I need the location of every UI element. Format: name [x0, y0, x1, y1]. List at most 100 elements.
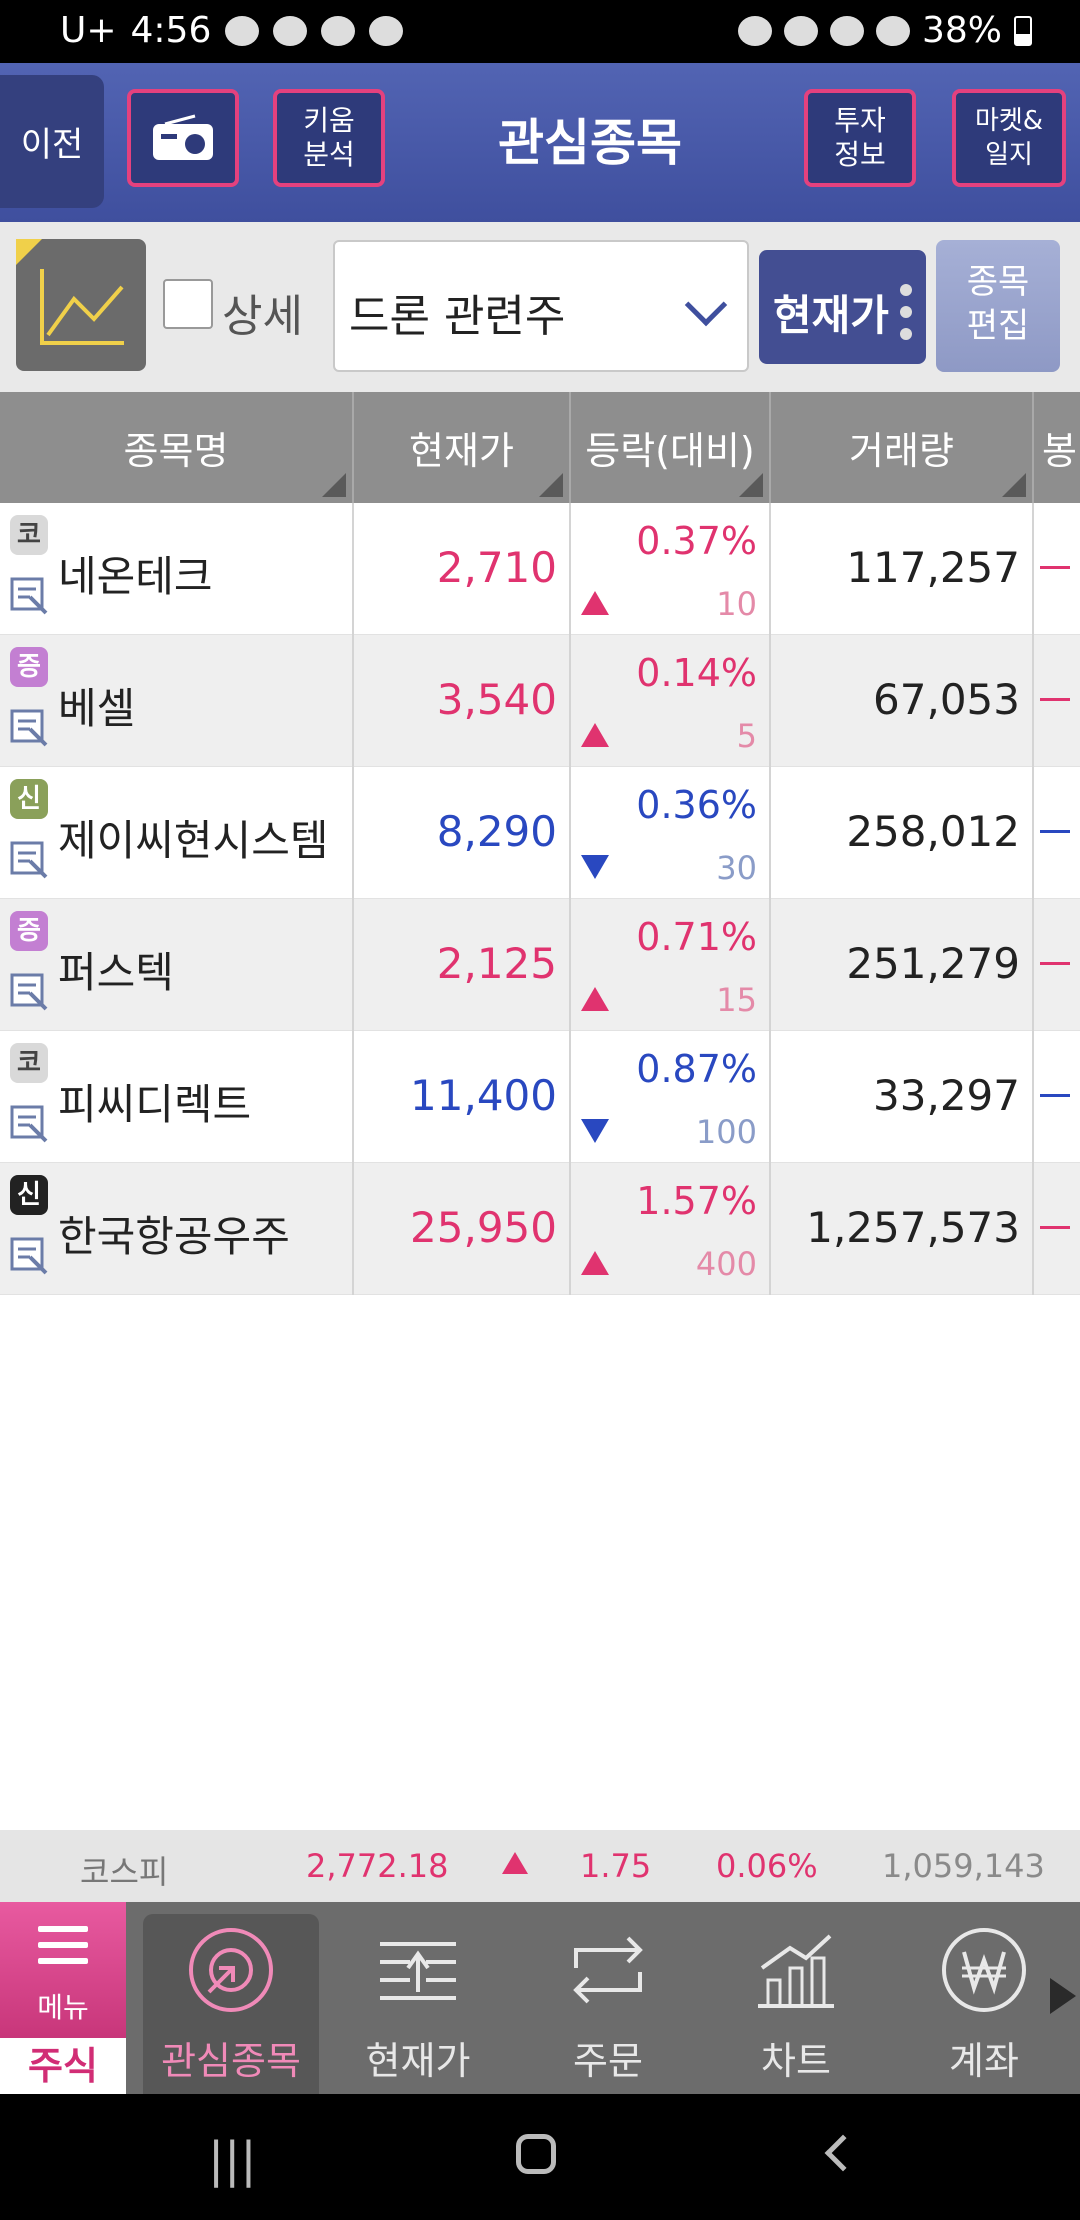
nav-label: 계좌 — [949, 2039, 1019, 2083]
change-cell: 0.14% 5 — [571, 635, 771, 767]
volume: 67,053 — [873, 675, 1020, 724]
selected-group: 드론 관련주 — [349, 291, 566, 342]
news-icon — [10, 841, 48, 879]
edit-stocks-button[interactable]: 종목 편집 — [936, 240, 1060, 372]
watchlist-group-select[interactable]: 드론 관련주 — [333, 240, 749, 372]
nav-label: 현재가 — [365, 2039, 471, 2083]
name-cell: 신 한국항공우주 — [0, 1163, 354, 1295]
next-arrow-icon[interactable] — [1050, 1978, 1076, 2014]
back-button[interactable]: 이전 — [0, 75, 104, 208]
price-cell: 25,950 — [354, 1163, 571, 1295]
change-amount: 30 — [716, 849, 757, 887]
up-arrow-icon — [581, 987, 609, 1011]
kiwoom-analysis-button[interactable]: 키움 분석 — [273, 89, 385, 187]
page-title: 관심종목 — [498, 114, 682, 172]
notification-icon — [273, 15, 308, 46]
nav-label: 주문 — [573, 2039, 643, 2083]
name-cell: 코 피씨디렉트 — [0, 1031, 354, 1163]
change-amount: 100 — [695, 1113, 757, 1151]
volume: 251,279 — [846, 939, 1020, 988]
market-badge: 신 — [10, 779, 48, 819]
status-bar: U+ 4:56 38% — [0, 0, 1080, 63]
column-header-candle[interactable]: 봉 — [1034, 392, 1080, 503]
nav-account[interactable]: 계좌 — [896, 1914, 1072, 2094]
change-cell: 0.37% 10 — [571, 503, 771, 635]
table-row[interactable]: 신 제이씨현시스템 8,290 0.36% 30 258,012 — [0, 767, 1080, 899]
recents-icon[interactable]: ||| — [208, 2132, 257, 2188]
column-header-label: 현재가 — [409, 429, 514, 473]
volume-cell: 33,297 — [771, 1031, 1034, 1163]
up-arrow-icon — [502, 1852, 528, 1874]
radio-button[interactable] — [127, 89, 239, 187]
chat-icon — [369, 15, 404, 46]
candle-mark — [1040, 698, 1070, 701]
nav-current-price[interactable]: 현재가 — [330, 1914, 506, 2094]
battery-icon — [1014, 15, 1032, 46]
name-cell: 증 퍼스텍 — [0, 899, 354, 1031]
menu-button[interactable]: 메뉴 — [0, 1902, 126, 2038]
volume-cell: 1,257,573 — [771, 1163, 1034, 1295]
table-row[interactable]: 신 한국항공우주 25,950 1.57% 400 1,257,573 — [0, 1163, 1080, 1295]
radio-icon — [153, 114, 213, 160]
change-amount: 15 — [716, 981, 757, 1019]
current-price: 11,400 — [410, 1071, 557, 1120]
change-percent: 0.71% — [636, 915, 757, 959]
index-change: 1.75 — [580, 1847, 652, 1885]
current-price: 8,290 — [436, 807, 557, 856]
column-header-label: 종목명 — [123, 429, 229, 473]
index-ticker[interactable]: 코스피 2,772.18 1.75 0.06% 1,059,143 — [0, 1830, 1080, 1902]
price-cell: 2,125 — [354, 899, 571, 1031]
talk-icon — [321, 15, 356, 46]
name-cell: 코 네온테크 — [0, 503, 354, 635]
volume: 117,257 — [846, 543, 1020, 592]
candle-cell — [1034, 635, 1080, 767]
carrier-label: U+ — [60, 10, 117, 51]
table-row[interactable]: 증 베셀 3,540 0.14% 5 67,053 — [0, 635, 1080, 767]
column-header-label: 봉 — [1042, 429, 1077, 473]
name-cell: 증 베셀 — [0, 635, 354, 767]
nav-chart[interactable]: 차트 — [708, 1914, 884, 2094]
change-cell: 0.71% 15 — [571, 899, 771, 1031]
chevron-down-icon — [684, 283, 728, 327]
stock-name: 한국항공우주 — [58, 1212, 290, 1261]
detail-checkbox[interactable] — [163, 279, 213, 329]
change-percent: 0.36% — [636, 783, 757, 827]
mute-icon — [783, 15, 818, 46]
invest-info-button[interactable]: 투자 정보 — [804, 89, 916, 187]
order-swap-icon — [566, 1928, 650, 2012]
nav-watchlist[interactable]: 관심종목 — [143, 1914, 319, 2094]
candle-cell — [1034, 1031, 1080, 1163]
sort-icon — [1002, 473, 1026, 497]
chart-icon — [754, 1928, 838, 2012]
market-journal-button[interactable]: 마켓& 일지 — [952, 89, 1066, 187]
column-header-volume[interactable]: 거래량 — [771, 392, 1034, 503]
column-header-price[interactable]: 현재가 — [354, 392, 571, 503]
volume-cell: 251,279 — [771, 899, 1034, 1031]
market-badge: 증 — [10, 647, 48, 687]
stock-section-tab[interactable]: 주식 — [0, 2038, 126, 2094]
news-icon — [10, 973, 48, 1011]
column-header-name[interactable]: 종목명 — [0, 392, 354, 503]
column-header-change[interactable]: 등락(대비) — [571, 392, 771, 503]
news-icon — [10, 1237, 48, 1275]
sort-icon — [539, 473, 563, 497]
table-row[interactable]: 코 네온테크 2,710 0.37% 10 117,257 — [0, 503, 1080, 635]
current-price-button[interactable]: 현재가 — [759, 250, 926, 364]
market-badge: 증 — [10, 911, 48, 951]
won-icon — [942, 1928, 1026, 2012]
signal-icon — [875, 15, 910, 46]
chart-toggle-button[interactable] — [16, 239, 146, 371]
wifi-icon — [829, 15, 864, 46]
sort-icon — [322, 473, 346, 497]
current-price-label: 현재가 — [773, 291, 889, 340]
price-cell: 11,400 — [354, 1031, 571, 1163]
nav-order[interactable]: 주문 — [520, 1914, 696, 2094]
table-header: 종목명 현재가 등락(대비) 거래량 봉 — [0, 392, 1080, 503]
back-nav-icon[interactable] — [824, 2134, 862, 2172]
home-icon[interactable] — [516, 2134, 556, 2174]
nav-label: 차트 — [761, 2039, 831, 2083]
table-row[interactable]: 코 피씨디렉트 11,400 0.87% 100 33,297 — [0, 1031, 1080, 1163]
change-cell: 0.87% 100 — [571, 1031, 771, 1163]
table-row[interactable]: 증 퍼스텍 2,125 0.71% 15 251,279 — [0, 899, 1080, 1031]
change-amount: 5 — [736, 717, 757, 755]
